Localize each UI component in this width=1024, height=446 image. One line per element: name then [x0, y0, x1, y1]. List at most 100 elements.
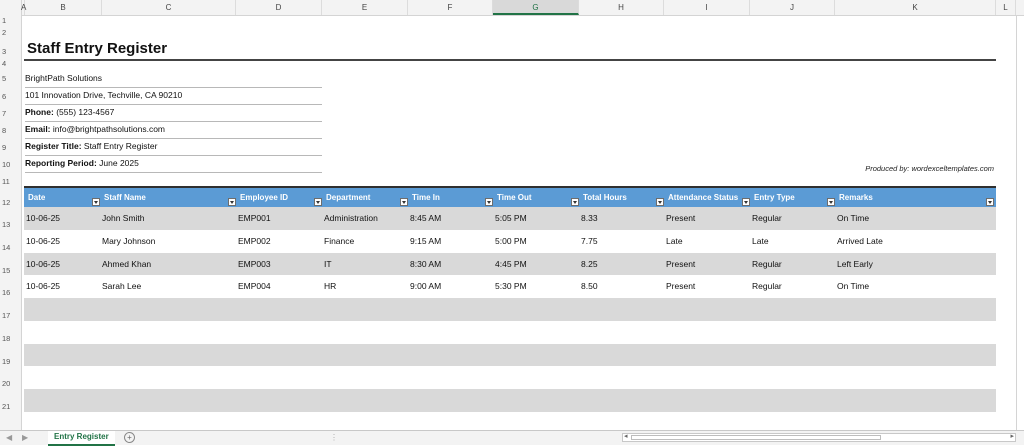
table-cell[interactable]: Present	[666, 207, 695, 230]
table-cell[interactable]: On Time	[837, 207, 869, 230]
phone-label: Phone:	[25, 107, 54, 117]
row-header[interactable]: 7	[0, 109, 21, 118]
row-header[interactable]: 18	[0, 334, 21, 343]
table-cell[interactable]: EMP001	[238, 207, 271, 230]
row-header[interactable]: 21	[0, 402, 21, 411]
row-header[interactable]: 5	[0, 74, 21, 83]
table-row: 10-06-25 Sarah Lee EMP004 HR 9:00 AM 5:30 PM 8…	[24, 275, 996, 298]
scroll-left-icon[interactable]: ◂	[624, 432, 628, 440]
table-cell[interactable]: Administration	[324, 207, 378, 230]
row-header[interactable]: 8	[0, 126, 21, 135]
table-cell[interactable]: 4:45 PM	[495, 253, 527, 276]
row-header[interactable]: 17	[0, 311, 21, 320]
table-cell[interactable]: Arrived Late	[837, 230, 883, 253]
row-header[interactable]: 12	[0, 198, 21, 207]
table-cell[interactable]: Left Early	[837, 253, 873, 276]
column-header-d[interactable]: D	[236, 0, 322, 15]
table-cell[interactable]: Regular	[752, 275, 782, 298]
column-header-cell: Staff Name	[104, 193, 146, 202]
table-cell[interactable]: Sarah Lee	[102, 275, 141, 298]
row-header[interactable]: 3	[0, 47, 21, 56]
table-cell[interactable]: EMP003	[238, 253, 271, 276]
select-all-corner[interactable]	[0, 0, 22, 15]
column-header-e[interactable]: E	[322, 0, 408, 15]
filter-dropdown-icon[interactable]	[400, 198, 408, 206]
row-header[interactable]: 14	[0, 243, 21, 252]
table-cell[interactable]: Late	[752, 230, 769, 253]
table-cell[interactable]: 10-06-25	[26, 207, 60, 230]
table-cell[interactable]: Mary Johnson	[102, 230, 155, 253]
row-header[interactable]: 13	[0, 220, 21, 229]
row-header[interactable]: 6	[0, 92, 21, 101]
row-header[interactable]: 10	[0, 160, 21, 169]
table-cell[interactable]: Ahmed Khan	[102, 253, 151, 276]
column-header-c[interactable]: C	[102, 0, 236, 15]
column-header-j[interactable]: J	[750, 0, 835, 15]
table-cell[interactable]: IT	[324, 253, 332, 276]
table-cell[interactable]: 5:05 PM	[495, 207, 527, 230]
column-header-k[interactable]: K	[835, 0, 996, 15]
column-header-f[interactable]: F	[408, 0, 493, 15]
table-cell[interactable]: EMP002	[238, 230, 271, 253]
row-header[interactable]: 20	[0, 379, 21, 388]
column-header-b[interactable]: B	[25, 0, 102, 15]
row-header[interactable]: 2	[0, 28, 21, 37]
table-cell[interactable]: 10-06-25	[26, 230, 60, 253]
column-header-h[interactable]: H	[579, 0, 664, 15]
table-cell[interactable]: Present	[666, 275, 695, 298]
plus-circle-icon[interactable]: +	[124, 432, 135, 443]
table-cell[interactable]: John Smith	[102, 207, 145, 230]
column-header-g[interactable]: G	[493, 0, 579, 15]
table-cell[interactable]: 8:30 AM	[410, 253, 441, 276]
row-header[interactable]: 19	[0, 357, 21, 366]
filter-dropdown-icon[interactable]	[228, 198, 236, 206]
filter-dropdown-icon[interactable]	[92, 198, 100, 206]
company-address: 101 Innovation Drive, Techville, CA 9021…	[25, 87, 322, 105]
table-row	[24, 366, 996, 389]
row-header[interactable]: 1	[0, 16, 21, 25]
table-cell[interactable]: Regular	[752, 253, 782, 276]
arrow-left-icon[interactable]: ◀	[6, 433, 12, 442]
table-cell[interactable]: 9:15 AM	[410, 230, 441, 253]
table-cell[interactable]: On Time	[837, 275, 869, 298]
row-header[interactable]: 9	[0, 143, 21, 152]
tab-bar-splitter-icon[interactable]: ⋮	[330, 433, 338, 442]
table-cell[interactable]: 8.50	[581, 275, 598, 298]
filter-dropdown-icon[interactable]	[571, 198, 579, 206]
table-cell[interactable]: 8:45 AM	[410, 207, 441, 230]
row-header[interactable]: 4	[0, 59, 21, 68]
column-header-cell: Entry Type	[754, 193, 795, 202]
column-header-i[interactable]: I	[664, 0, 750, 15]
table-cell[interactable]: 9:00 AM	[410, 275, 441, 298]
horizontal-scrollbar[interactable]: ◂ ▸	[622, 433, 1016, 442]
table-cell[interactable]: 5:00 PM	[495, 230, 527, 253]
filter-dropdown-icon[interactable]	[485, 198, 493, 206]
table-cell[interactable]: 8.33	[581, 207, 598, 230]
table-cell[interactable]: EMP004	[238, 275, 271, 298]
column-header-cell: Total Hours	[583, 193, 627, 202]
row-header[interactable]: 16	[0, 288, 21, 297]
table-cell[interactable]: Present	[666, 253, 695, 276]
register-title: Register Title: Staff Entry Register	[25, 138, 322, 156]
table-cell[interactable]: 5:30 PM	[495, 275, 527, 298]
arrow-right-icon[interactable]: ▶	[22, 433, 28, 442]
filter-dropdown-icon[interactable]	[827, 198, 835, 206]
table-cell[interactable]: 8.25	[581, 253, 598, 276]
table-cell[interactable]: HR	[324, 275, 336, 298]
filter-dropdown-icon[interactable]	[314, 198, 322, 206]
column-header-bar: A B C D E F G H I J K L	[0, 0, 1024, 16]
row-header[interactable]: 11	[0, 177, 21, 186]
table-cell[interactable]: 7.75	[581, 230, 598, 253]
scrollbar-thumb[interactable]	[631, 435, 881, 440]
row-header[interactable]: 15	[0, 266, 21, 275]
table-cell[interactable]: Late	[666, 230, 683, 253]
filter-dropdown-icon[interactable]	[656, 198, 664, 206]
table-cell[interactable]: Regular	[752, 207, 782, 230]
scroll-right-icon[interactable]: ▸	[1010, 432, 1014, 440]
filter-dropdown-icon[interactable]	[986, 198, 994, 206]
table-cell[interactable]: Finance	[324, 230, 354, 253]
column-header-l[interactable]: L	[996, 0, 1016, 15]
table-cell[interactable]: 10-06-25	[26, 275, 60, 298]
table-cell[interactable]: 10-06-25	[26, 253, 60, 276]
filter-dropdown-icon[interactable]	[742, 198, 750, 206]
